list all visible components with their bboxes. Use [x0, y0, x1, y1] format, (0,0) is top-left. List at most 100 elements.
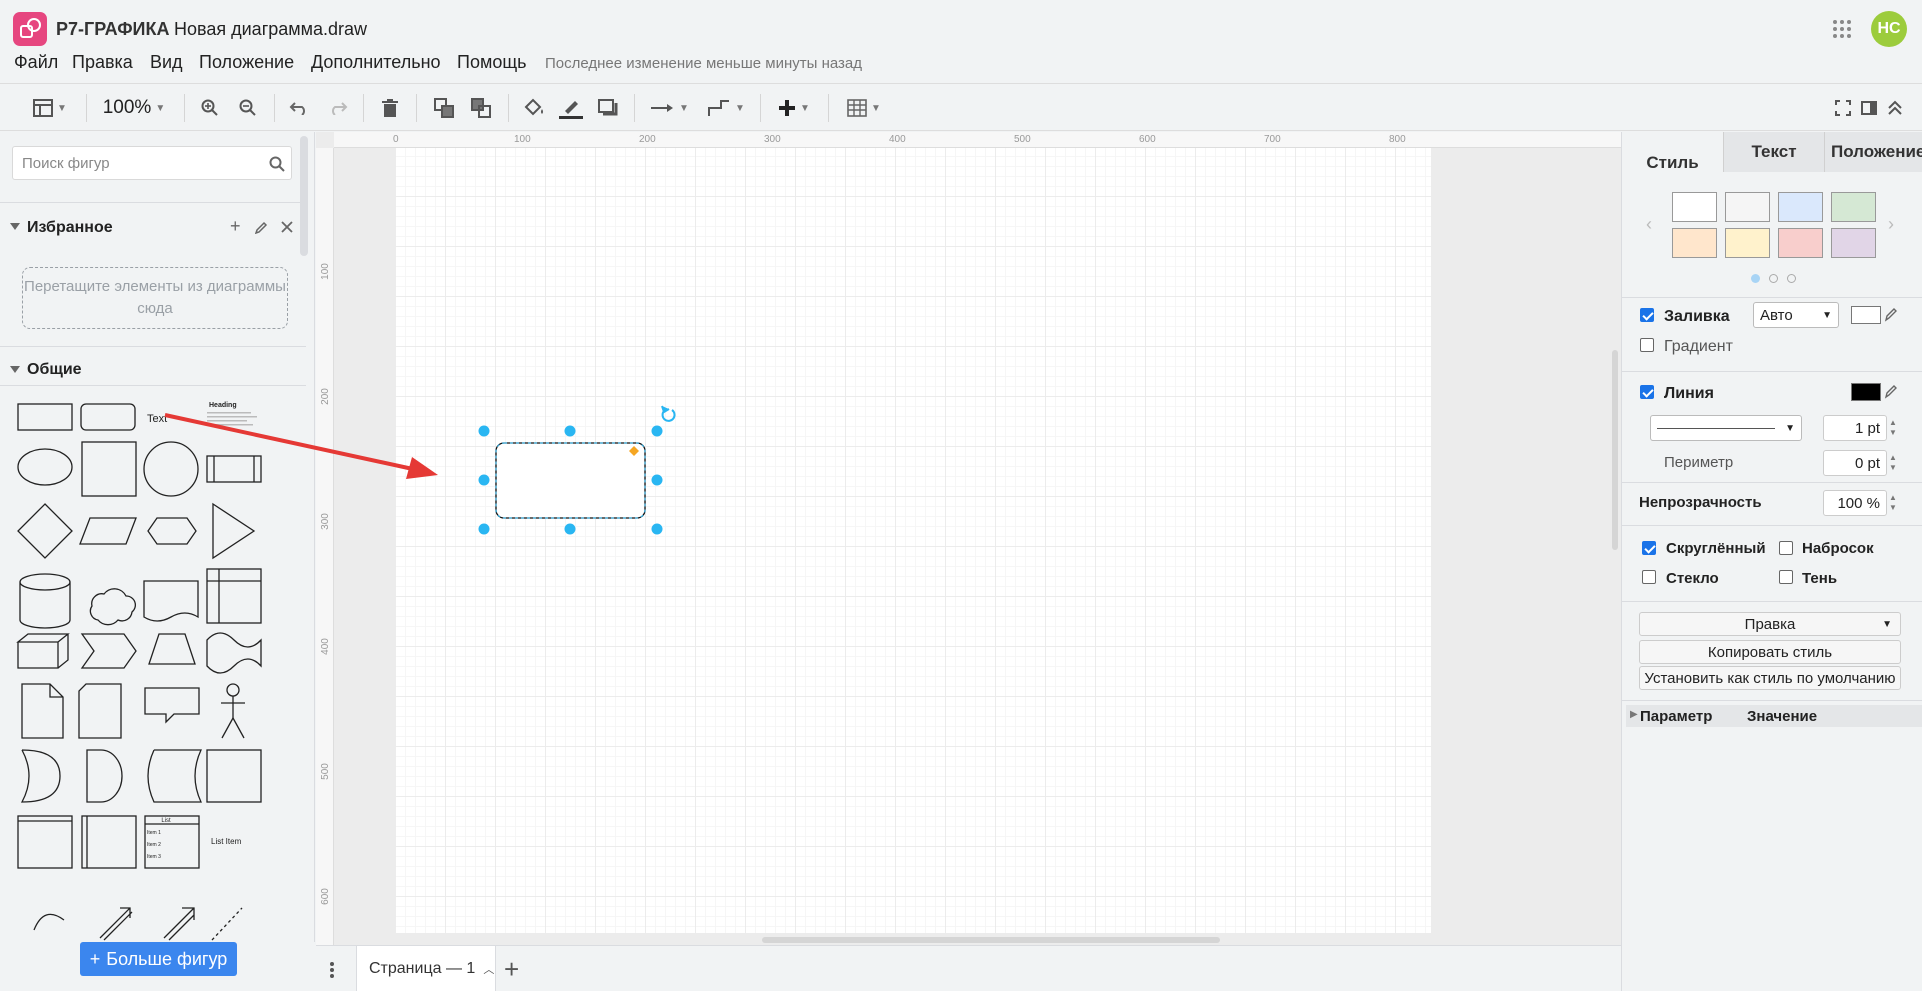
sketch-checkbox[interactable]	[1779, 541, 1793, 555]
opacity-spinner[interactable]: ▲ ▼	[1889, 493, 1897, 513]
fullscreen-icon[interactable]	[1832, 96, 1854, 120]
last-change-status[interactable]: Последнее изменение меньше минуты назад	[545, 55, 862, 72]
apps-grid-icon[interactable]	[1832, 19, 1852, 39]
redo-icon[interactable]	[326, 96, 350, 120]
set-default-style-button[interactable]: Установить как стиль по умолчанию	[1639, 666, 1901, 690]
menu-extras[interactable]: Дополнительно	[311, 52, 441, 73]
style-swatch[interactable]	[1831, 192, 1876, 222]
add-favorite-icon[interactable]: +	[230, 216, 241, 237]
connection-style-button[interactable]: ▼	[648, 96, 692, 120]
favorites-header[interactable]: Избранное	[27, 219, 113, 237]
glass-checkbox[interactable]	[1642, 570, 1656, 584]
resize-handle-nw	[478, 425, 490, 437]
menu-edit[interactable]: Правка	[72, 52, 133, 73]
shape-dashed-line	[211, 907, 243, 941]
close-icon[interactable]	[281, 221, 293, 233]
rounded-checkbox[interactable]	[1642, 541, 1656, 555]
tab-style-label: Стиль	[1646, 153, 1699, 172]
menu-help[interactable]: Помощь	[457, 52, 527, 73]
tab-arrange[interactable]: Положение	[1824, 132, 1922, 172]
line-checkbox[interactable]	[1640, 385, 1654, 399]
style-swatch[interactable]	[1725, 228, 1770, 258]
undo-icon[interactable]	[287, 96, 311, 120]
more-shapes-button[interactable]: + Больше фигур	[80, 942, 237, 976]
selected-shape[interactable]	[470, 400, 690, 545]
zoom-select[interactable]: 100% ▼	[98, 96, 170, 120]
eyedropper-icon[interactable]	[1884, 306, 1898, 322]
eyedropper-icon[interactable]	[1884, 383, 1898, 399]
style-swatch[interactable]	[1778, 192, 1823, 222]
line-color-icon[interactable]	[558, 96, 584, 120]
shape-search-input[interactable]: Поиск фигур	[12, 146, 292, 180]
zoom-value: 100%	[102, 97, 152, 118]
expand-properties-icon[interactable]: ▶	[1630, 709, 1638, 720]
page-dot[interactable]	[1769, 274, 1778, 283]
fill-mode-select[interactable]: Авто ▼	[1753, 302, 1839, 328]
menu-file[interactable]: Файл	[14, 52, 58, 73]
properties-header[interactable]: ▶ Параметр Значение	[1626, 705, 1922, 727]
shadow-checkbox[interactable]	[1779, 570, 1793, 584]
to-back-icon[interactable]	[469, 96, 493, 120]
shadow-label: Тень	[1802, 570, 1838, 587]
general-header[interactable]: Общие	[27, 361, 82, 379]
view-panels-button[interactable]: ▼	[28, 96, 72, 120]
waypoints-button[interactable]: ▼	[704, 96, 748, 120]
expand-favorites-icon[interactable]	[10, 223, 20, 231]
fill-mode-value: Авто	[1760, 306, 1793, 324]
sidebar-scrollbar[interactable]	[300, 136, 308, 256]
collapse-icon[interactable]	[1884, 96, 1906, 120]
menu-arrange[interactable]: Положение	[199, 52, 294, 73]
zoom-out-icon[interactable]	[236, 96, 260, 120]
fill-color-swatch[interactable]	[1851, 306, 1881, 324]
tab-style[interactable]: Стиль	[1622, 142, 1723, 184]
user-avatar[interactable]: НС	[1871, 11, 1907, 47]
document-title[interactable]: Новая диаграмма.draw	[174, 19, 367, 40]
add-page-icon[interactable]: +	[504, 954, 519, 985]
tab-text[interactable]: Текст	[1723, 132, 1824, 172]
ruler-tick: 0	[393, 134, 399, 145]
fill-color-icon[interactable]	[522, 96, 546, 120]
shape-or	[20, 749, 61, 803]
style-swatch[interactable]	[1831, 228, 1876, 258]
favorites-dropzone[interactable]: Перетащите элементы из диаграммы сюда	[22, 267, 288, 329]
format-panel-icon[interactable]	[1858, 96, 1880, 120]
search-icon[interactable]	[269, 156, 285, 172]
line-width-spinner[interactable]: ▲ ▼	[1889, 418, 1897, 438]
shadow-icon[interactable]	[596, 96, 620, 120]
pages-menu-icon[interactable]	[329, 961, 335, 979]
page-tab[interactable]: Страница — 1 ︿	[356, 946, 496, 991]
edit-icon[interactable]	[255, 221, 268, 234]
page-dot[interactable]	[1787, 274, 1796, 283]
line-color-swatch[interactable]	[1851, 383, 1881, 401]
next-styles-icon[interactable]: ›	[1888, 214, 1894, 235]
fill-checkbox[interactable]	[1640, 308, 1654, 322]
style-swatch[interactable]	[1672, 192, 1717, 222]
style-swatch[interactable]	[1672, 228, 1717, 258]
page-dot[interactable]	[1751, 274, 1760, 283]
style-swatch[interactable]	[1725, 192, 1770, 222]
canvas-vertical-scrollbar[interactable]	[1612, 350, 1618, 550]
perimeter-input[interactable]: 0 pt	[1823, 450, 1887, 476]
menu-view[interactable]: Вид	[150, 52, 183, 73]
canvas-horizontal-scrollbar[interactable]	[762, 937, 1220, 943]
shape-data-storage	[147, 749, 203, 803]
edit-style-dropdown[interactable]: Правка ▼	[1639, 612, 1901, 636]
shape-triangle	[212, 502, 256, 560]
line-pattern-select[interactable]: ▼	[1650, 415, 1802, 441]
zoom-in-icon[interactable]	[198, 96, 222, 120]
perimeter-spinner[interactable]: ▲ ▼	[1889, 453, 1897, 473]
table-button[interactable]: ▼	[842, 96, 886, 120]
expand-general-icon[interactable]	[10, 366, 20, 374]
style-swatch[interactable]	[1778, 228, 1823, 258]
chevron-up-icon[interactable]: ︿	[483, 961, 494, 977]
insert-button[interactable]: ▼	[772, 96, 816, 120]
opacity-input[interactable]: 100 %	[1823, 490, 1887, 516]
delete-icon[interactable]	[378, 96, 402, 120]
copy-style-button[interactable]: Копировать стиль	[1639, 640, 1901, 664]
to-front-icon[interactable]	[432, 96, 456, 120]
shape-delay	[86, 749, 123, 803]
gradient-checkbox[interactable]	[1640, 338, 1654, 352]
line-width-input[interactable]: 1 pt	[1823, 415, 1887, 441]
prev-styles-icon[interactable]: ‹	[1646, 214, 1652, 235]
plus-icon	[779, 100, 796, 116]
